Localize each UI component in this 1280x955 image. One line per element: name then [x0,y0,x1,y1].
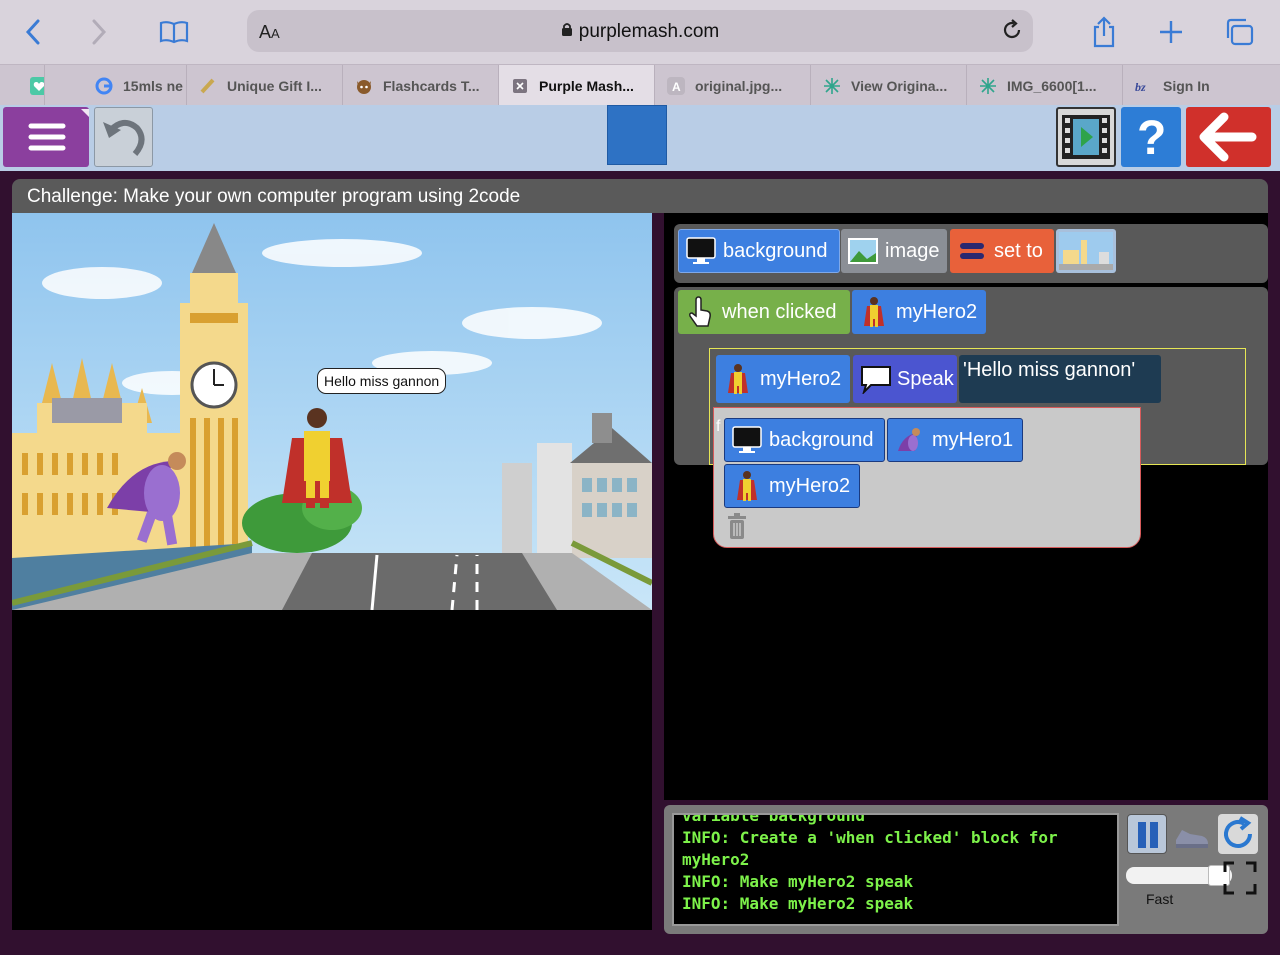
back-arrow-icon [1199,112,1257,162]
tab-label: Sign In [1163,77,1210,94]
hero2-speak-object-block[interactable]: myHero2 [716,355,850,403]
stage-canvas[interactable]: Hello miss gannon [12,213,652,610]
url-domain: purplemash.com [578,21,720,42]
lock-icon [561,21,573,43]
speech-bubble: Hello miss gannon [317,368,447,394]
address-bar[interactable]: AA purplemash.com [247,10,1033,52]
tab-8[interactable]: bz Sign In [1123,65,1280,106]
menu-option-hero2[interactable]: myHero2 [724,464,860,508]
question-icon: ? [1137,112,1166,165]
bookmarks-icon[interactable] [156,14,192,50]
object-picker-menu: f background myHero1 myHero2 [713,407,1141,548]
cat-icon [355,77,373,95]
tab-5[interactable]: A original.jpg... [655,65,811,106]
hero2-icon [722,363,754,395]
tab-label: Flashcards T... [383,77,480,94]
monitor-icon [685,235,717,267]
sparkle-icon [979,77,997,95]
letter-a-icon: A [667,76,685,95]
pause-button[interactable] [1127,814,1167,854]
trash-icon[interactable] [726,512,748,545]
tab-strip: 15mls ne Unique Gift I... Flashcards T..… [0,64,1280,106]
undo-button[interactable] [94,107,153,167]
google-icon [95,77,113,95]
tab-0[interactable] [0,65,45,106]
hero2-icon [858,296,890,328]
app-toolbar: ? [0,105,1280,171]
background-thumbnail[interactable] [1056,229,1116,273]
sneaker-icon [1176,830,1208,848]
back-chevron-icon[interactable] [16,14,50,50]
play-design-button[interactable] [1056,107,1116,167]
fullscreen-button[interactable] [1220,858,1260,898]
console-line: INFO: Make myHero2 speak [682,872,914,891]
speak-block[interactable]: Speak [853,355,957,403]
speak-text-value[interactable]: 'Hello miss gannon' [959,355,1161,403]
hero2-object-block[interactable]: myHero2 [852,290,986,334]
tab-7[interactable]: IMG_6600[1... [967,65,1123,106]
stage-lower-area [12,610,652,930]
output-console: variable background INFO: Create a 'when… [672,813,1119,926]
tab-1[interactable]: 15mls ne [85,65,187,106]
menu-option-background[interactable]: background [724,418,885,462]
pointer-hand-icon [684,296,716,328]
script-icon: bz [1135,77,1153,95]
undo-icon [103,119,145,156]
step-button[interactable] [1172,814,1212,854]
tab-label: View Origina... [851,77,948,94]
when-clicked-block[interactable]: when clicked [678,290,850,334]
london-background-image [12,213,652,610]
tabs-overview-icon[interactable] [1222,14,1256,50]
hero2-icon [731,470,763,502]
console-line: INFO: Make myHero2 speak [682,894,914,913]
svg-text:bz: bz [1135,80,1146,93]
tab-label: 15mls ne [123,77,183,94]
challenge-title: Challenge: Make your own computer progra… [12,179,1268,213]
refresh-icon [1224,816,1252,848]
tab-label: IMG_6600[1... [1007,77,1097,94]
heart-icon [30,76,44,95]
tab-label: original.jpg... [695,77,783,94]
menu-button[interactable] [3,107,89,167]
film-play-icon [1062,115,1110,159]
speech-bubble-icon [859,363,891,395]
tab-6[interactable]: View Origina... [811,65,967,106]
set-to-block[interactable]: set to [950,229,1054,273]
tab-4-active[interactable]: Purple Mash... [499,65,655,106]
exit-button[interactable] [1186,107,1271,167]
close-icon[interactable] [511,77,529,95]
forward-chevron-icon[interactable] [82,14,116,50]
tab-label: Unique Gift I... [227,77,322,94]
svg-text:A: A [672,80,681,94]
tab-2[interactable]: Unique Gift I... [187,65,343,106]
image-icon [847,235,879,267]
share-icon[interactable] [1087,14,1121,50]
gift-icon [199,77,217,95]
console-line: variable background [682,813,866,825]
stage-size-button[interactable] [607,105,667,165]
monitor-icon [731,424,763,456]
tab-label: Purple Mash... [539,77,634,94]
help-button[interactable]: ? [1121,107,1181,167]
menu-option-hero1[interactable]: myHero1 [887,418,1023,462]
code-area[interactable]: background image set to when clicked myH… [664,213,1268,800]
browser-toolbar: AA purplemash.com [0,0,1280,64]
tab-3[interactable]: Flashcards T... [343,65,499,106]
speed-slider[interactable] [1126,865,1232,886]
reload-icon[interactable] [1001,19,1023,46]
pause-icon [1138,822,1158,848]
svg-text:?: ? [1137,112,1166,165]
new-tab-icon[interactable] [1154,14,1188,50]
fullscreen-icon [1223,861,1257,895]
hero1-icon [894,424,926,456]
restart-button[interactable] [1218,814,1258,854]
background-object-block[interactable]: background [678,229,840,273]
sparkle-icon [823,77,841,95]
speed-label: Fast [1146,891,1174,907]
equals-icon [956,235,988,267]
console-line: INFO: Create a 'when clicked' block for … [682,828,1058,869]
image-property-block[interactable]: image [841,229,947,273]
